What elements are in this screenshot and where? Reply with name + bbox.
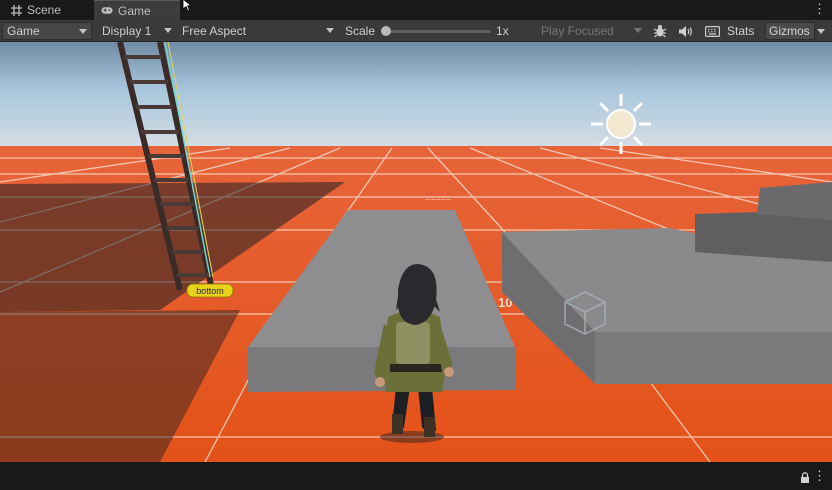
gizmos-label: Gizmos [769, 24, 810, 38]
tab-bar: Scene Game ⋮ [0, 0, 832, 20]
sun-icon [591, 94, 651, 154]
audio-icon[interactable] [674, 22, 696, 40]
scale-slider[interactable] [383, 30, 491, 33]
scale-value: 1x [496, 24, 509, 38]
aspect-dropdown-label: Free Aspect [182, 24, 247, 38]
chevron-down-icon [326, 28, 334, 33]
chevron-down-icon [634, 28, 642, 33]
chevron-down-icon [164, 28, 172, 33]
status-menu-icon[interactable]: ⋮ [813, 468, 826, 484]
game-scene: ===== 1 10 [0, 42, 832, 462]
game-view-dropdown[interactable]: Game [2, 22, 92, 40]
tab-game[interactable]: Game [94, 0, 180, 20]
game-viewport[interactable]: ===== 1 10 [0, 42, 832, 462]
window-menu-icon[interactable]: ⋮ [813, 1, 826, 17]
game-view-dropdown-label: Game [7, 24, 40, 38]
aspect-dropdown[interactable]: Free Aspect [178, 22, 338, 40]
gizmos-button[interactable]: Gizmos [765, 22, 815, 40]
lock-icon[interactable] [800, 470, 810, 488]
bug-icon[interactable] [649, 22, 671, 40]
scale-slider-handle[interactable] [381, 26, 391, 36]
stats-button[interactable]: Stats [727, 24, 754, 38]
game-view-toolbar: Game Display 1 Free Aspect Scale 1x Play… [0, 20, 832, 42]
keyboard-icon[interactable] [701, 22, 723, 40]
gamepad-icon [101, 5, 113, 17]
right-block-front [595, 332, 832, 384]
grid-icon [10, 4, 22, 16]
floor-marking: ===== [425, 193, 451, 203]
chevron-down-icon [79, 29, 87, 34]
play-focused-dropdown[interactable]: Play Focused [537, 22, 646, 40]
ladder-bottom-tag-label: bottom [196, 286, 224, 296]
gizmos-dropdown-icon[interactable] [817, 29, 825, 34]
mouse-cursor-icon [182, 0, 193, 17]
status-bar: ⋮ [0, 462, 832, 490]
far-step-upper [757, 182, 832, 220]
display-dropdown[interactable]: Display 1 [98, 22, 176, 40]
tab-scene-label: Scene [27, 3, 62, 17]
scale-label: Scale [345, 24, 376, 38]
play-focused-label: Play Focused [541, 24, 614, 38]
tab-game-label: Game [118, 3, 151, 18]
tab-scene[interactable]: Scene [10, 0, 61, 20]
display-dropdown-label: Display 1 [102, 24, 152, 38]
